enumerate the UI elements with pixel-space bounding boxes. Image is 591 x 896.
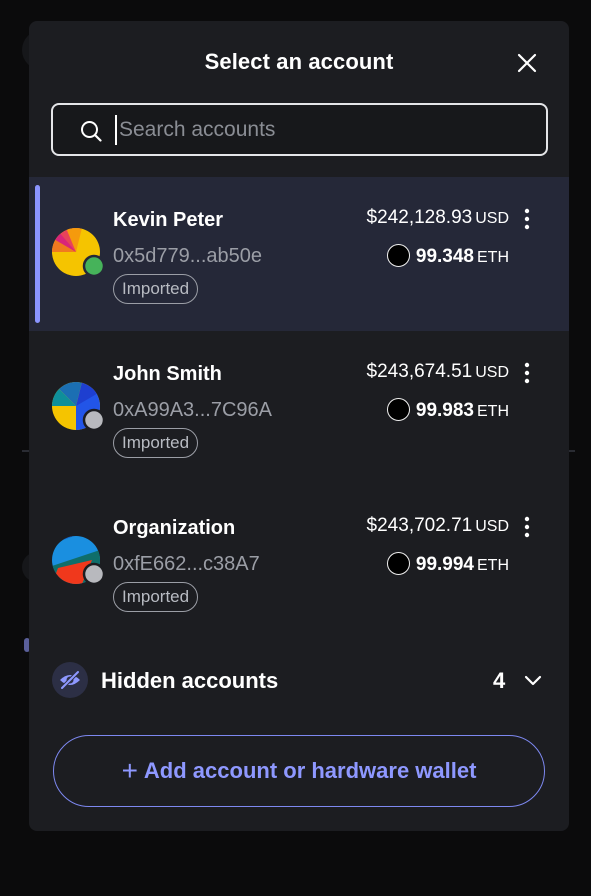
account-avatar — [52, 536, 106, 588]
crypto-amount: 99.994 — [415, 554, 474, 575]
eye-slash-icon — [52, 662, 88, 698]
modal-title: Select an account — [204, 49, 394, 74]
fiat-balance: $243,674.51 USD — [367, 361, 509, 383]
fiat-balance: $242,128.93 USD — [367, 207, 509, 229]
account-address: 0xfE662...c38A7 — [113, 553, 260, 575]
fiat-amount: $243,702.71 — [366, 515, 473, 536]
crypto-unit: ETH — [477, 403, 509, 420]
crypto-balance: 99.994 ETH — [386, 552, 509, 576]
more-options-icon[interactable] — [519, 515, 535, 539]
fiat-unit: USD — [475, 518, 509, 535]
imported-tag: Imported — [113, 428, 199, 458]
add-account-button[interactable]: + Add account or hardware wallet — [53, 735, 545, 807]
account-address: 0xA99A3...7C96A — [113, 399, 272, 421]
imported-tag: Imported — [113, 582, 199, 612]
close-icon[interactable] — [515, 51, 539, 75]
more-options-icon[interactable] — [519, 361, 535, 385]
hidden-accounts-label: Hidden accounts — [101, 668, 279, 693]
background-divider — [569, 450, 575, 452]
fiat-balance: $243,702.71 USD — [367, 515, 509, 537]
search-input[interactable] — [115, 115, 535, 145]
crypto-amount: 99.348 — [415, 246, 474, 267]
hidden-accounts-toggle[interactable]: Hidden accounts 4 — [29, 657, 569, 705]
chevron-down-icon — [522, 669, 544, 691]
fiat-amount: $242,128.93 — [366, 207, 473, 228]
account-item-john-smith[interactable]: John Smith 0xA99A3...7C96A Imported $243… — [29, 331, 569, 485]
modal-header: Select an account — [29, 21, 569, 105]
crypto-balance: 99.348 ETH — [386, 244, 509, 268]
account-address: 0x5d779...ab50e — [113, 245, 263, 267]
crypto-balance: 99.983 ETH — [386, 398, 509, 422]
fiat-unit: USD — [475, 364, 509, 381]
plus-icon: + — [121, 755, 138, 786]
add-account-label: Add account or hardware wallet — [143, 758, 477, 783]
eth-token-icon — [386, 244, 410, 267]
search-box[interactable] — [51, 103, 548, 156]
crypto-amount: 99.983 — [415, 400, 474, 421]
account-selector-modal: Select an account Search accounts Kevin … — [29, 21, 569, 831]
crypto-unit: ETH — [477, 557, 509, 574]
account-avatar — [52, 382, 106, 434]
account-name: Kevin Peter — [113, 209, 224, 231]
account-item-kevin-peter[interactable]: Kevin Peter 0x5d779...ab50e Imported $24… — [29, 177, 569, 331]
crypto-unit: ETH — [477, 249, 509, 266]
account-name: Organization — [113, 517, 236, 539]
imported-tag: Imported — [113, 274, 199, 304]
eth-token-icon — [386, 552, 410, 575]
fiat-amount: $243,674.51 — [366, 361, 473, 382]
account-avatar — [52, 228, 106, 280]
eth-token-icon — [386, 398, 410, 421]
more-options-icon[interactable] — [519, 207, 535, 231]
fiat-unit: USD — [475, 210, 509, 227]
hidden-accounts-count: 4 — [493, 668, 506, 693]
search-icon — [80, 120, 102, 142]
account-name: John Smith — [113, 363, 222, 385]
selected-indicator — [35, 185, 40, 323]
account-item-organization[interactable]: Organization 0xfE662...c38A7 Imported $2… — [29, 485, 569, 639]
